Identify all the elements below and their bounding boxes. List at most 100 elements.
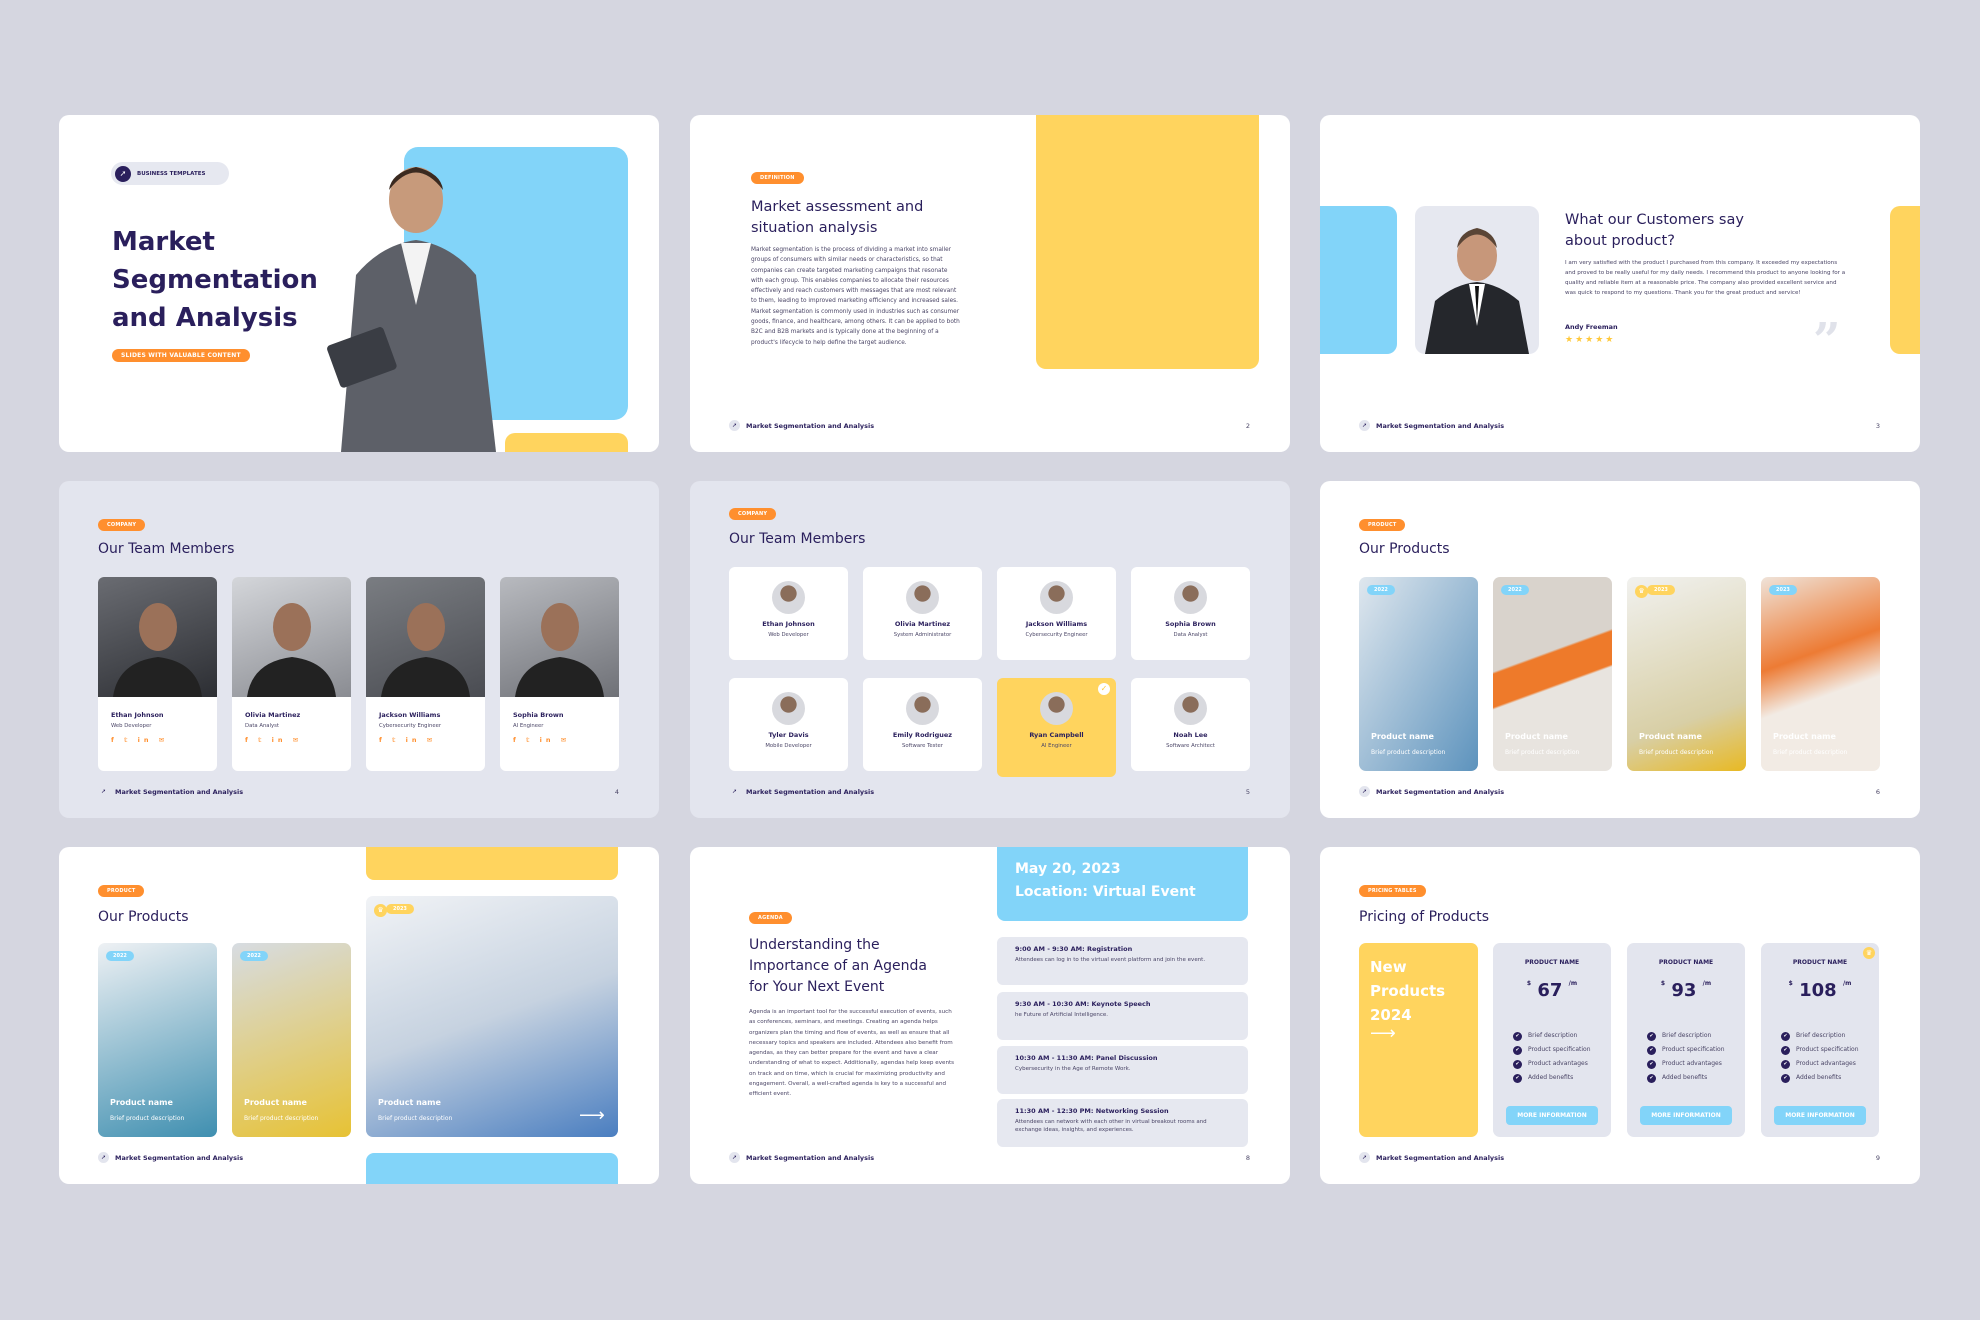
promo-text: New Products 2024 [1370, 958, 1446, 1024]
product-card[interactable]: 2023 Product name Brief product descript… [1761, 577, 1880, 771]
team-member-card[interactable]: Olivia Martinez Data Analyst f 𝕥 in ✉ [232, 577, 351, 771]
rocket-icon: ➚ [98, 786, 109, 797]
member-role: Software Tester [902, 743, 943, 749]
section-tag: DEFINITION [751, 172, 804, 184]
page-number: 6 [1875, 788, 1880, 796]
crown-icon: ♛ [1635, 585, 1648, 598]
agenda-item: 9:30 AM - 10:30 AM: Keynote Speech he Fut… [997, 992, 1248, 1040]
rocket-icon: ➚ [1359, 786, 1370, 797]
slide-3-testimonial[interactable]: What our Customers say about product? I … [1320, 115, 1920, 452]
event-info-box: May 20, 2023 Location: Virtual Event [997, 847, 1248, 921]
member-avatar [906, 692, 939, 725]
slide-1-title[interactable]: ➚ BUSINESS TEMPLATES Market Segmentation… [59, 115, 659, 452]
pricing-card: ♛ PRODUCT NAME $ 108 /m Brief descriptio… [1761, 943, 1879, 1137]
footer-title: Market Segmentation and Analysis [115, 1153, 244, 1162]
product-card[interactable]: 2022 Product name Brief product descript… [1493, 577, 1612, 771]
footer-title: Market Segmentation and Analysis [115, 787, 244, 796]
feature-item: Product advantages [1647, 1057, 1745, 1071]
product-card[interactable]: 2023 ♛ Product name Brief product descri… [366, 896, 618, 1137]
product-description: Brief product description [244, 1115, 319, 1122]
product-card[interactable]: 2022 Product name Brief product descript… [98, 943, 217, 1137]
member-name: Sophia Brown [513, 711, 564, 719]
slide-heading: Our Team Members [98, 541, 235, 557]
footer-title: Market Segmentation and Analysis [1376, 421, 1505, 430]
event-date: May 20, 2023 [1015, 861, 1121, 877]
member-avatar [1040, 692, 1073, 725]
team-member-card[interactable]: Jackson Williams Cybersecurity Engineer … [366, 577, 485, 771]
slide-heading: Understanding the Importance of an Agend… [749, 937, 927, 995]
customer-photo [1415, 206, 1539, 354]
new-products-card[interactable]: New Products 2024 ⟶ [1359, 943, 1478, 1137]
page-number: 2 [1245, 422, 1250, 430]
page-number: 8 [1245, 1154, 1250, 1162]
team-member-card[interactable]: Noah Lee Software Architect [1131, 678, 1250, 771]
feature-item: Product advantages [1781, 1057, 1879, 1071]
footer: ➚ Market Segmentation and Analysis [1359, 420, 1504, 431]
price-value: 93 [1671, 980, 1697, 1001]
slide-heading: Our Products [98, 909, 189, 925]
slide-5-team-avatars[interactable]: COMPANY Our Team Members Ethan Johnson W… [690, 481, 1290, 818]
slide-9-pricing[interactable]: PRICING TABLES Pricing of Products New P… [1320, 847, 1920, 1184]
pricing-card: PRODUCT NAME $ 93 /m Brief descriptionPr… [1627, 943, 1745, 1137]
team-member-card[interactable]: Ethan Johnson Web Developer f 𝕥 in ✉ [98, 577, 217, 771]
team-member-card[interactable]: ✓ Ryan Campbell AI Engineer [997, 678, 1116, 777]
team-member-card[interactable]: Emily Rodriguez Software Tester [863, 678, 982, 771]
team-member-card[interactable]: Ethan Johnson Web Developer [729, 567, 848, 660]
yellow-accent-block [366, 847, 618, 880]
social-icons[interactable]: f 𝕥 in ✉ [379, 736, 472, 744]
member-avatar [1174, 581, 1207, 614]
slide-heading: Our Team Members [729, 531, 866, 547]
member-name: Emily Rodriguez [892, 731, 953, 739]
slide-heading: Pricing of Products [1359, 909, 1490, 925]
social-icons[interactable]: f 𝕥 in ✉ [513, 736, 606, 744]
team-member-card[interactable]: Sophia Brown Data Analyst [1131, 567, 1250, 660]
product-name: Product name [1773, 732, 1836, 741]
product-card[interactable]: 2022 Product name Brief product descript… [232, 943, 351, 1137]
product-card[interactable]: 2023 ♛ Product name Brief product descri… [1627, 577, 1746, 771]
slide-4-team-photos[interactable]: COMPANY Our Team Members Ethan Johnson W… [59, 481, 659, 818]
slide-heading: What our Customers say about product? [1565, 212, 1744, 249]
member-name: Olivia Martinez [894, 620, 951, 628]
section-tag: COMPANY [729, 508, 777, 520]
blue-accent-block [366, 1153, 618, 1184]
member-photo [366, 577, 485, 697]
slide-8-agenda[interactable]: May 20, 2023 Location: Virtual Event AGE… [690, 847, 1290, 1184]
page-number: 4 [614, 788, 619, 796]
team-member-card[interactable]: Jackson Williams Cybersecurity Engineer [997, 567, 1116, 660]
member-name: Jackson Williams [1025, 620, 1088, 628]
member-name: Ethan Johnson [111, 711, 164, 719]
member-role: Cybersecurity Engineer [379, 723, 442, 729]
member-avatar [906, 581, 939, 614]
member-name: Sophia Brown [1165, 620, 1216, 628]
product-description: Brief product description [1639, 749, 1714, 756]
currency: $ [1660, 980, 1666, 987]
member-avatar [1174, 692, 1207, 725]
rocket-icon: ➚ [115, 165, 131, 182]
product-description: Brief product description [1773, 749, 1848, 756]
social-icons[interactable]: f 𝕥 in ✉ [245, 736, 338, 744]
arrow-right-icon[interactable]: ⟶ [579, 1105, 605, 1126]
currency: $ [1788, 980, 1793, 987]
more-information-button[interactable]: MORE INFORMATION [1774, 1106, 1866, 1125]
slide-6-products[interactable]: PRODUCT Our Products 2022 Product name B… [1320, 481, 1920, 818]
slide-2-definition[interactable]: DEFINITION Market assessment and situati… [690, 115, 1290, 452]
subtitle-pill: SLIDES WITH VALUABLE CONTENT [112, 349, 250, 362]
team-member-card[interactable]: Olivia Martinez System Administrator [863, 567, 982, 660]
slide-heading: Market assessment and situation analysis [751, 199, 924, 236]
team-member-card[interactable]: Sophia Brown AI Engineer f 𝕥 in ✉ [500, 577, 619, 771]
product-card[interactable]: 2022 Product name Brief product descript… [1359, 577, 1478, 771]
year-badge: 2023 [1647, 585, 1675, 595]
agenda-description: Attendees can network with each other in… [1015, 1119, 1207, 1133]
yellow-accent-block [1890, 206, 1920, 354]
slide-7-products[interactable]: PRODUCT Our Products 2022 Product name B… [59, 847, 659, 1184]
star-rating: ★★★★★ [1565, 335, 1616, 345]
member-name: Noah Lee [1173, 731, 1208, 739]
more-information-button[interactable]: MORE INFORMATION [1640, 1106, 1732, 1125]
team-member-card[interactable]: Tyler Davis Mobile Developer [729, 678, 848, 771]
social-icons[interactable]: f 𝕥 in ✉ [111, 736, 204, 744]
member-role: Cybersecurity Engineer [1025, 632, 1088, 638]
feature-item: Product specification [1513, 1043, 1611, 1057]
product-description: Brief product description [1371, 749, 1446, 756]
member-name: Ethan Johnson [762, 620, 815, 628]
more-information-button[interactable]: MORE INFORMATION [1506, 1106, 1598, 1125]
